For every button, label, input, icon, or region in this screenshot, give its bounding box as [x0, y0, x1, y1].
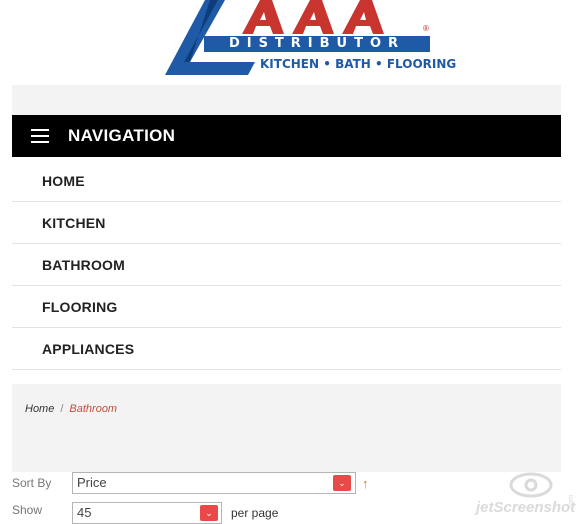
- sort-by-value: Price: [77, 475, 107, 490]
- watermark: jetScreenshot .com: [476, 469, 586, 523]
- nav-item-appliances[interactable]: APPLIANCES: [12, 328, 561, 370]
- chevron-down-icon[interactable]: ⌄: [200, 505, 218, 521]
- breadcrumb-current: Bathroom: [69, 403, 118, 415]
- sort-by-select[interactable]: Price ⌄: [72, 472, 356, 494]
- navigation-bar[interactable]: NAVIGATION: [12, 115, 561, 157]
- logo-tagline: KITCHEN • BATH • FLOORING: [260, 57, 457, 71]
- show-value: 45: [77, 505, 92, 520]
- navigation-title: NAVIGATION: [68, 126, 176, 145]
- top-bar: [12, 85, 561, 115]
- camera-icon: [509, 472, 553, 498]
- show-per-page-select[interactable]: 45 ⌄: [72, 502, 222, 524]
- site-logo[interactable]: DISTRIBUTOR ® KITCHEN • BATH • FLOORING: [160, 0, 456, 80]
- watermark-suffix: .com: [568, 494, 576, 511]
- watermark-text: jetScreenshot: [476, 499, 576, 516]
- breadcrumb-container: Home / Bathroom: [12, 384, 561, 472]
- per-page-label: per page: [231, 506, 279, 520]
- show-label: Show: [12, 503, 43, 517]
- menu-icon[interactable]: [31, 129, 49, 143]
- sort-direction-icon[interactable]: ↑: [362, 476, 369, 491]
- sort-by-label: Sort By: [12, 476, 52, 490]
- nav-item-kitchen[interactable]: KITCHEN: [12, 202, 561, 244]
- registered-mark: ®: [423, 24, 429, 33]
- breadcrumb: Home / Bathroom: [25, 403, 117, 415]
- nav-item-flooring[interactable]: FLOORING: [12, 286, 561, 328]
- nav-item-home[interactable]: HOME: [12, 160, 561, 202]
- chevron-down-icon[interactable]: ⌄: [333, 475, 351, 491]
- nav-menu: HOME KITCHEN BATHROOM FLOORING APPLIANCE…: [12, 160, 561, 370]
- nav-item-bathroom[interactable]: BATHROOM: [12, 244, 561, 286]
- breadcrumb-home-link[interactable]: Home: [25, 403, 54, 415]
- breadcrumb-separator: /: [60, 403, 64, 415]
- logo-subtitle: DISTRIBUTOR: [204, 36, 430, 52]
